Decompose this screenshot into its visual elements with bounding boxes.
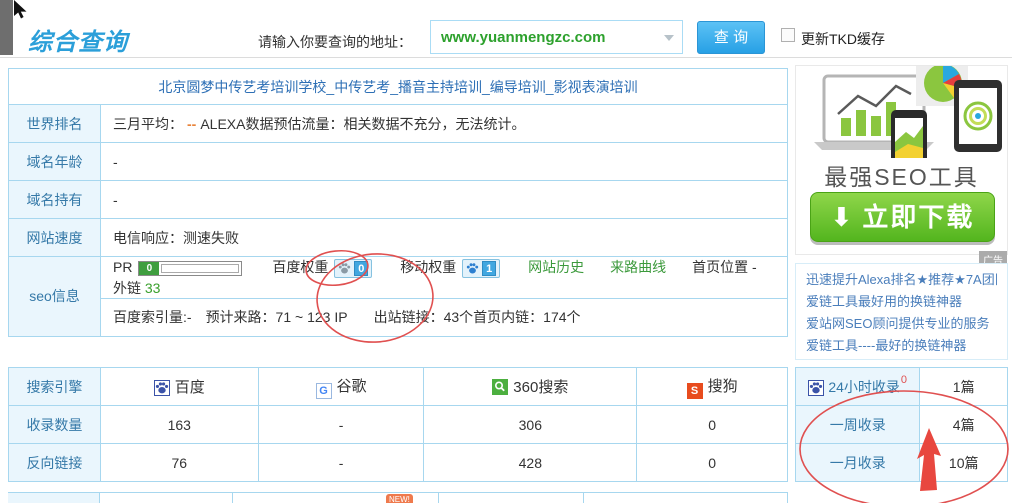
backlink-count-label: 反向链接: [9, 444, 101, 482]
domain-holder-label: 域名持有: [9, 181, 101, 219]
collect-week-label[interactable]: 一周收录: [796, 406, 920, 444]
backlink-360: 428: [424, 444, 637, 482]
engine-360[interactable]: 360搜索: [424, 368, 637, 406]
sidebar-link-alexa[interactable]: 迅速提升Alexa排名★推荐★7A团队: [806, 269, 997, 291]
included-google: -: [258, 406, 424, 444]
mobile-weight-badge[interactable]: 1: [462, 259, 500, 278]
tkd-cache-label: 更新TKD缓存: [801, 29, 885, 49]
pr-rank-widget[interactable]: 0: [138, 261, 242, 276]
next-table-label-cell: [8, 493, 100, 503]
engine-sogou[interactable]: S搜狗: [637, 368, 788, 406]
engine-google[interactable]: G谷歌: [258, 368, 424, 406]
mouse-cursor-icon: [13, 0, 33, 20]
address-input[interactable]: [431, 21, 651, 53]
sidebar-links: 迅速提升Alexa排名★推荐★7A团队 爱链工具最好用的换链神器 爱站网SEO顾…: [795, 263, 1008, 360]
sidebar-link-ailian-2[interactable]: 爱链工具----最好的换链神器: [806, 335, 997, 357]
collect-table: 24小时收录0 1篇 一周收录 4篇 一月收录 10篇: [795, 367, 1008, 482]
included-sogou: 0: [637, 406, 788, 444]
site-history-link[interactable]: 网站历史: [528, 259, 584, 275]
included-360: 306: [424, 406, 637, 444]
paw-icon: [466, 262, 479, 275]
sidebar-link-aizhan-seo[interactable]: 爱站网SEO顾问提供专业的服务: [806, 313, 997, 335]
page-title: 综合查询: [28, 22, 128, 57]
site-info-table: 北京圆梦中传艺考培训学校_中传艺考_播音主持培训_编导培训_影视表演培训 世界排…: [8, 68, 788, 337]
outlink-count[interactable]: 33: [145, 280, 161, 296]
pr-value: 0: [139, 262, 159, 275]
mobile-weight-label: 移动权重: [400, 259, 456, 275]
homepage-position-label: 首页位置: [692, 259, 748, 275]
homepage-inner-links: 首页内链：174个: [473, 309, 580, 325]
baidu-icon: [154, 380, 170, 396]
world-rank-dash: --: [187, 116, 196, 132]
pr-bar: [161, 264, 239, 273]
download-button[interactable]: ⬇立即下载: [810, 192, 995, 242]
address-input-wrap: [430, 20, 683, 54]
site-speed-label: 网站速度: [9, 219, 101, 257]
baidu-index-label: 百度索引量:-: [113, 309, 192, 325]
backlink-sogou: 0: [637, 444, 788, 482]
google-icon: G: [316, 383, 332, 399]
domain-holder-value: -: [101, 181, 788, 219]
mobile-weight-value: 1: [482, 261, 496, 276]
included-count-label: 收录数量: [9, 406, 101, 444]
tkd-cache-checkbox[interactable]: [781, 28, 795, 42]
paw-icon: [338, 262, 351, 275]
outbound-links: 出站链接：43个: [374, 309, 474, 325]
domain-age-label: 域名年龄: [9, 143, 101, 181]
baidu-weight-value: 0: [354, 261, 368, 276]
baidu-weight-label: 百度权重: [272, 259, 328, 275]
homepage-position-value: -: [752, 259, 757, 275]
site-title-link[interactable]: 北京圆梦中传艺考培训学校_中传艺考_播音主持培训_编导培训_影视表演培训: [158, 79, 637, 95]
download-arrow-icon: ⬇: [831, 193, 855, 241]
backlink-google: -: [258, 444, 424, 482]
collect-24h-value: 1篇: [920, 368, 1008, 406]
seo-tool-ad[interactable]: 最强SEO工具 ⬇立即下载 广告: [795, 65, 1008, 255]
collect-24h-label[interactable]: 24小时收录0: [796, 368, 920, 406]
estimated-traffic: 预计来路：71 ~ 123 IP: [206, 309, 348, 325]
address-input-label: 请输入你要查询的地址：: [258, 32, 412, 52]
outlink-label: 外链: [113, 280, 141, 296]
sogou-icon: S: [687, 383, 703, 399]
sidebar-link-ailian-1[interactable]: 爱链工具最好用的换链神器: [806, 291, 997, 313]
site-speed-value: 电信响应：测速失败: [101, 219, 788, 257]
seo-row-2: 百度索引量:- 预计来路：71 ~ 123 IP 出站链接：43个首页内链：174个: [101, 298, 788, 336]
world-rank-value: 三月平均：--ALEXA数据预估流量：相关数据不充分，无法统计。: [101, 105, 788, 143]
world-rank-prefix: 三月平均：: [113, 116, 183, 132]
collect-month-label[interactable]: 一月收录: [796, 444, 920, 482]
seo-info-label: seo信息: [9, 257, 101, 337]
engine-baidu[interactable]: 百度: [100, 368, 258, 406]
new-badge: NEW!: [386, 494, 413, 503]
collect-24h-sup: 0: [901, 374, 907, 386]
traffic-curve-link[interactable]: 来路曲线: [610, 259, 666, 275]
left-accent-bar: [0, 0, 13, 55]
included-baidu: 163: [100, 406, 258, 444]
chevron-down-icon[interactable]: [664, 35, 674, 41]
engines-header-label: 搜索引擎: [9, 368, 101, 406]
seo-tool-graphic: [796, 66, 1007, 158]
pr-label: PR: [113, 259, 132, 275]
query-button[interactable]: 查 询: [697, 21, 765, 54]
world-rank-label: 世界排名: [9, 105, 101, 143]
collect-month-value: 10篇: [920, 444, 1008, 482]
search-engines-table: 搜索引擎 百度 G谷歌 360搜索 S搜狗 收录数量 163 - 306 0 反…: [8, 367, 788, 482]
collect-week-value: 4篇: [920, 406, 1008, 444]
world-rank-text: ALEXA数据预估流量：相关数据不充分，无法统计。: [200, 116, 525, 132]
backlink-baidu: 76: [100, 444, 258, 482]
seo-row-1: PR 0 百度权重 0 移动权重 1 网站历史 来路曲线 首页位置 - 外链 33: [101, 257, 788, 299]
next-table-sliver: NEW!: [8, 492, 788, 503]
baidu-paw-icon: [808, 380, 824, 396]
baidu-weight-badge[interactable]: 0: [334, 259, 372, 278]
ad-title: 最强SEO工具: [796, 158, 1007, 192]
domain-age-value: -: [101, 143, 788, 181]
360-search-icon: [492, 379, 508, 395]
